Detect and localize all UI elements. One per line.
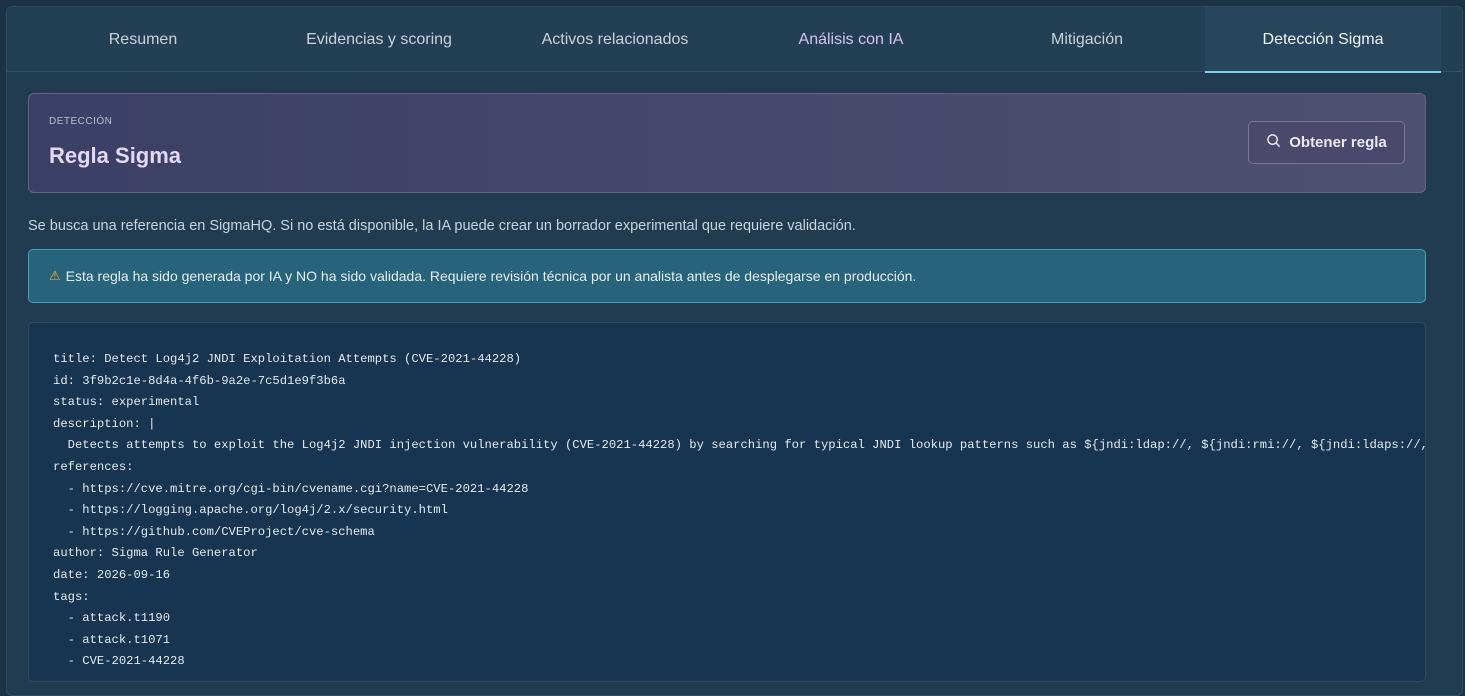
code-line: id: 3f9b2c1e-8d4a-4f6b-9a2e-7c5d1e9f3b6a xyxy=(53,373,346,388)
tab-mitigacion[interactable]: Mitigación xyxy=(969,7,1205,72)
sigma-rule-code-block[interactable]: title: Detect Log4j2 JNDI Exploitation A… xyxy=(28,322,1426,682)
tab-deteccion-sigma[interactable]: Detección Sigma xyxy=(1205,7,1441,73)
code-line: title: Detect Log4j2 JNDI Exploitation A… xyxy=(53,352,522,366)
warning-icon: ⚠ xyxy=(49,268,61,283)
page-title: Regla Sigma xyxy=(49,143,182,168)
code-line: Detects attempts to exploit the Log4j2 J… xyxy=(53,438,1426,453)
code-line: - https://github.com/CVEProject/cve-sche… xyxy=(53,524,375,539)
code-line: - attack.t1071 xyxy=(53,632,171,647)
tab-activos[interactable]: Activos relacionados xyxy=(497,7,733,72)
tab-resumen[interactable]: Resumen xyxy=(25,7,261,72)
code-line: - attack.t1190 xyxy=(53,611,171,626)
code-line: references: xyxy=(53,459,134,474)
code-line: author: Sigma Rule Generator xyxy=(53,546,258,561)
tab-bar: Resumen Evidencias y scoring Activos rel… xyxy=(7,7,1462,73)
code-line: description: | xyxy=(53,416,156,431)
search-icon xyxy=(1266,133,1281,152)
get-rule-button[interactable]: Obtener regla xyxy=(1248,121,1405,164)
tab-analisis-ia[interactable]: Análisis con IA xyxy=(733,7,969,72)
tab-content: DETECCIÓN Regla Sigma Obtener regla Se b… xyxy=(28,93,1426,682)
tab-evidencias[interactable]: Evidencias y scoring xyxy=(261,7,497,72)
code-line: status: experimental xyxy=(53,395,200,410)
description-text: Se busca una referencia en SigmaHQ. Si n… xyxy=(28,218,856,234)
ai-warning-banner: ⚠ Esta regla ha sido generada por IA y N… xyxy=(28,249,1426,303)
get-rule-button-label: Obtener regla xyxy=(1289,134,1387,151)
code-line: tags: xyxy=(53,589,90,604)
code-line: - https://logging.apache.org/log4j/2.x/s… xyxy=(53,503,448,518)
code-line: date: 2026-09-16 xyxy=(53,567,171,582)
section-eyebrow: DETECCIÓN xyxy=(49,116,113,127)
warning-text: Esta regla ha sido generada por IA y NO … xyxy=(65,268,917,284)
code-line: - https://cve.mitre.org/cgi-bin/cvename.… xyxy=(53,481,529,496)
section-header: DETECCIÓN Regla Sigma Obtener regla xyxy=(28,93,1426,193)
code-line: - CVE-2021-44228 xyxy=(53,654,185,669)
